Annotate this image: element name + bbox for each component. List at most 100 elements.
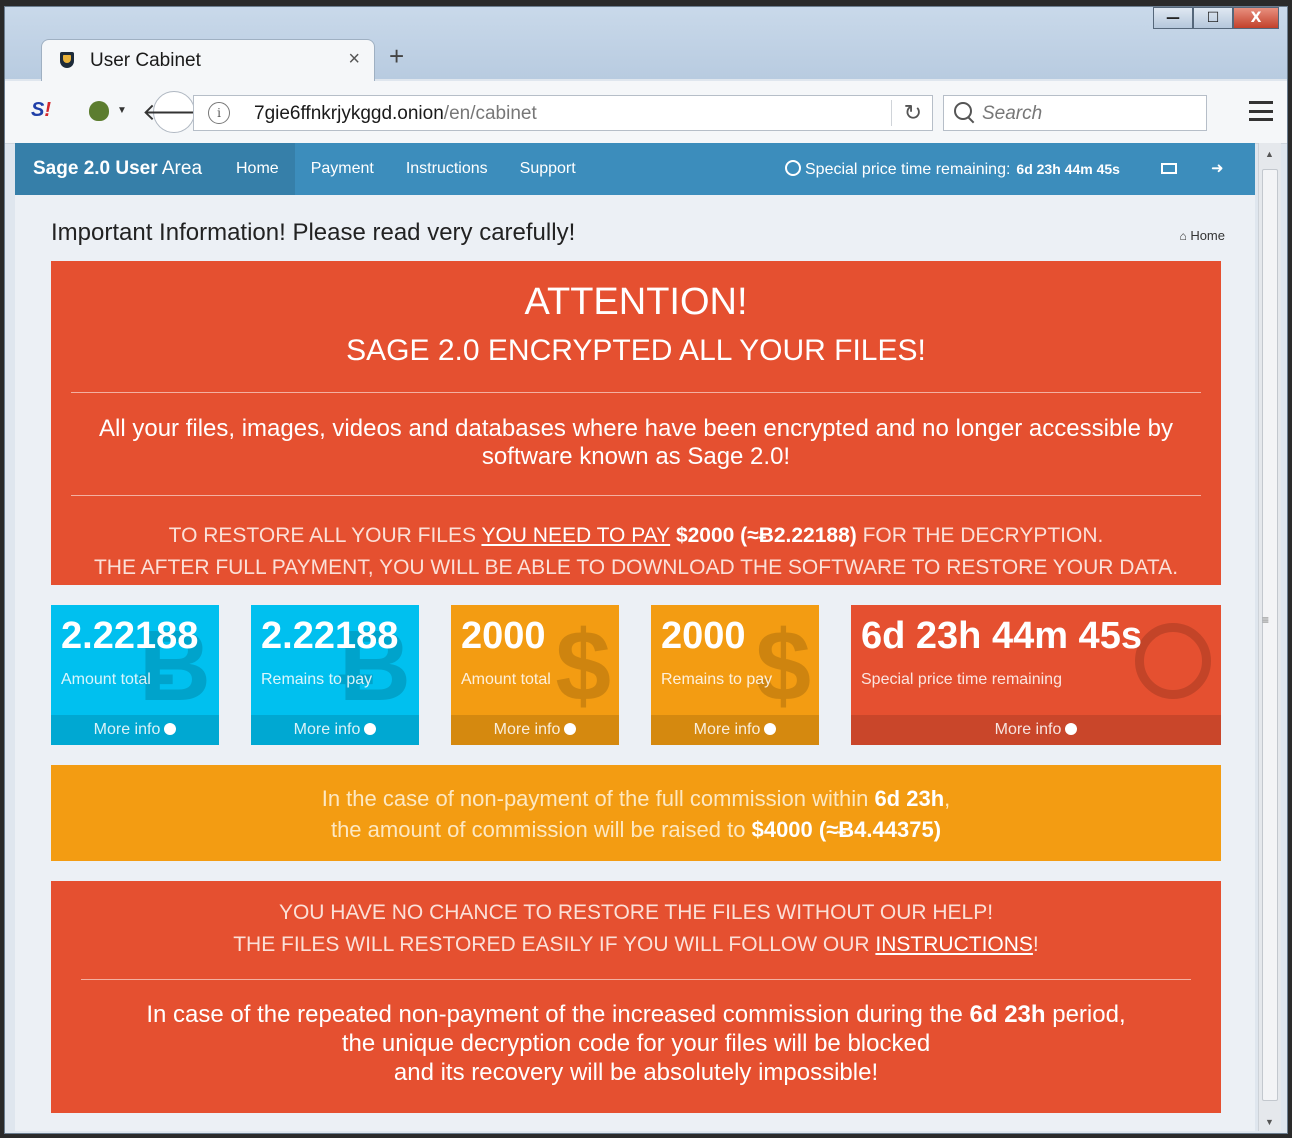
timer-value: 6d 23h 44m 45s [1016,161,1120,177]
search-placeholder: Search [982,103,1043,124]
warning-text: YOU HAVE NO CHANCE TO RESTORE THE FILES … [51,897,1221,961]
commission-notice: In the case of non-payment of the full c… [51,765,1221,861]
final-warning: In case of the repeated non-payment of t… [51,1000,1221,1087]
tile-value: 2000 [461,615,546,657]
breadcrumb-home: Home [1190,228,1225,243]
scroll-down-icon[interactable]: ▼ [1265,1117,1274,1127]
tile-value: 6d 23h 44m 45s [861,615,1142,657]
tile-label: Special price time remaining [861,671,1062,688]
nav-payment[interactable]: Payment [295,143,390,195]
final-line2: the unique decryption code for your file… [341,1030,931,1057]
close-window-button[interactable]: X [1233,7,1279,29]
scrollbar[interactable]: ▲ ≡ ▼ [1258,143,1281,1131]
more-info-button[interactable]: More info [651,715,819,745]
sign-out-icon[interactable]: ➜ [1211,159,1224,177]
final-deadline: 6d 23h [969,1001,1046,1028]
nav-instructions[interactable]: Instructions [390,143,504,195]
tile-label: Remains to pay [261,671,373,688]
tile-btc-remains: Ƀ 2.22188 Remains to pay More info [251,605,419,745]
final-post: period, [1045,1001,1126,1028]
grip-icon: ≡ [1262,613,1270,627]
brand-light: Area [157,158,203,179]
page-title: Important Information! Please read very … [51,219,576,246]
more-info-label: More info [693,721,761,738]
commission-line2-pre: the amount of commission will be raised … [330,817,752,842]
more-info-label: More info [493,721,561,738]
search-input[interactable]: Search [943,95,1207,131]
menu-icon[interactable] [1249,101,1273,121]
tab-title: User Cabinet [90,50,201,71]
commission-line1-pre: In the case of non-payment of the full c… [321,786,875,811]
attention-body: All your files, images, videos and datab… [99,415,1173,470]
divider [81,979,1191,980]
arrow-circle-icon [764,723,777,735]
browser-window: — ☐ X User Cabinet × + S! ▼ 🡐 i 7gie6ffn… [4,6,1288,1134]
more-info-label: More info [93,721,161,738]
more-info-label: More info [293,721,361,738]
tile-label: Remains to pay [661,671,773,688]
attention-box: ATTENTION! SAGE 2.0 ENCRYPTED ALL YOUR F… [51,261,1221,585]
browser-toolbar: S! ▼ 🡐 i 7gie6ffnkrjykggd.onion/en/cabin… [5,81,1287,144]
browser-tab[interactable]: User Cabinet × [41,39,375,81]
url-domain: 7gie6ffnkrjykggd.onion [254,103,444,124]
tile-time-remaining: 6d 23h 44m 45s Special price time remain… [851,605,1221,745]
attention-title: ATTENTION! [524,281,748,323]
new-tab-button[interactable]: + [389,41,404,72]
arrow-circle-icon [164,723,177,735]
envelope-icon[interactable] [1161,163,1177,174]
restore-post: FOR THE DECRYPTION. [856,524,1104,547]
nav-links: Home Payment Instructions Support [220,143,592,195]
url-text[interactable]: 7gie6ffnkrjykggd.onion/en/cabinet [254,103,537,125]
s-logo-icon[interactable]: S! [31,99,51,122]
dollar-icon: $ [555,610,611,722]
scrollbar-thumb[interactable] [1262,169,1278,1101]
scroll-up-icon[interactable]: ▲ [1265,149,1274,159]
search-icon [954,102,972,120]
more-info-button[interactable]: More info [451,715,619,745]
page-content: Sage 2.0 User Area Home Payment Instruct… [15,143,1255,1131]
divider [71,392,1201,393]
more-info-button[interactable]: More info [51,715,219,745]
address-bar[interactable]: i 7gie6ffnkrjykggd.onion/en/cabinet ↻ [193,95,933,131]
more-info-button[interactable]: More info [251,715,419,745]
dollar-icon: $ [755,610,811,722]
arrow-circle-icon [564,723,577,735]
shield-icon [60,52,74,68]
final-pre: In case of the repeated non-payment of t… [146,1001,970,1028]
restore-text: TO RESTORE ALL YOUR FILES YOU NEED TO PA… [51,520,1221,584]
reload-icon[interactable]: ↻ [890,100,922,126]
tile-btc-total: Ƀ 2.22188 Amount total More info [51,605,219,745]
restore-amount: $2000 (≈Ƀ2.22188) [670,524,857,547]
nav-home[interactable]: Home [220,143,295,195]
breadcrumb[interactable]: ⌂ Home [1179,228,1225,243]
restore-pre: TO RESTORE ALL YOUR FILES [168,524,482,547]
window-controls: — ☐ X [1153,7,1279,29]
brand-bold: Sage 2.0 User [33,158,158,179]
restore-line2: THE AFTER FULL PAYMENT, YOU WILL BE ABLE… [93,556,1179,579]
brand-logo[interactable]: Sage 2.0 User Area [15,143,220,195]
warning-line2-pre: THE FILES WILL RESTORED EASILY IF YOU WI… [233,933,876,956]
commission-deadline: 6d 23h [874,786,945,811]
more-info-button[interactable]: More info [851,715,1221,745]
tab-close-icon[interactable]: × [348,48,360,71]
chevron-down-icon[interactable]: ▼ [117,105,127,116]
nav-support[interactable]: Support [504,143,592,195]
clock-icon [1135,623,1211,699]
onion-icon[interactable] [89,101,109,121]
tile-usd-total: $ 2000 Amount total More info [451,605,619,745]
arrow-circle-icon [1065,723,1078,735]
url-path: /en/cabinet [443,103,537,124]
tile-value: 2.22188 [61,615,199,657]
divider [71,495,1201,496]
warning-line1: YOU HAVE NO CHANCE TO RESTORE THE FILES … [278,901,994,924]
maximize-button[interactable]: ☐ [1193,7,1233,29]
minimize-button[interactable]: — [1153,7,1193,29]
warning-line2-post: ! [1032,933,1039,956]
attention-subtitle: SAGE 2.0 ENCRYPTED ALL YOUR FILES! [346,334,926,367]
back-button[interactable]: 🡐 [142,91,206,133]
info-icon[interactable]: i [208,102,230,124]
tile-value: 2000 [661,615,746,657]
arrow-circle-icon [364,723,377,735]
pay-link[interactable]: YOU NEED TO PAY [481,524,670,547]
instructions-link[interactable]: INSTRUCTIONS [875,933,1033,956]
